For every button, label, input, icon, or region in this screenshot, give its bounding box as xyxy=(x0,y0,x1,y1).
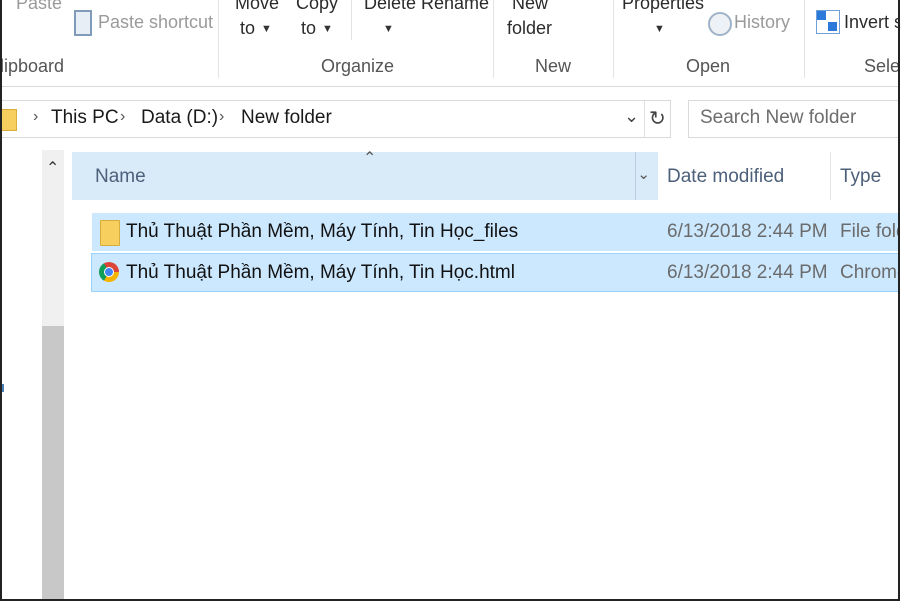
select-group-label: Selec xyxy=(864,56,900,76)
move-to-dropdown-icon[interactable]: ▼ xyxy=(261,23,272,35)
file-type: Chrome xyxy=(840,262,898,283)
move-to-button[interactable]: Move xyxy=(235,0,279,14)
copy-to-label[interactable]: to xyxy=(301,18,316,39)
nav-pane-marker xyxy=(2,384,4,392)
sort-ascending-icon: ⌃ xyxy=(363,150,377,167)
column-divider[interactable] xyxy=(830,152,831,200)
file-type: File fold xyxy=(840,221,900,242)
paste-shortcut-button[interactable]: Paste shortcut xyxy=(98,12,213,33)
properties-button[interactable]: Properties xyxy=(622,0,704,14)
refresh-icon[interactable]: ↻ xyxy=(649,106,666,131)
move-to-label[interactable]: to xyxy=(240,18,255,39)
scrollbar-thumb[interactable] xyxy=(42,326,64,599)
rename-button[interactable]: Rename xyxy=(421,0,489,14)
paste-shortcut-icon xyxy=(74,10,92,36)
search-input[interactable]: Search New folder xyxy=(700,107,856,129)
history-button[interactable]: History xyxy=(734,12,790,33)
column-header-type[interactable]: Type xyxy=(840,166,881,188)
column-header-name[interactable]: ⌃ Name ⌄ xyxy=(72,150,658,200)
invert-selection-icon xyxy=(816,10,840,34)
invert-selection-button[interactable]: Invert se xyxy=(844,12,898,33)
new-group-label: New xyxy=(535,56,572,76)
ribbon-separator xyxy=(804,0,805,78)
scroll-up-icon[interactable]: ⌃ xyxy=(46,158,59,178)
copy-to-button[interactable]: Copy xyxy=(296,0,338,14)
breadcrumb-new-folder[interactable]: New folder xyxy=(241,107,332,129)
ribbon-separator xyxy=(218,0,219,78)
file-row[interactable]: Thủ Thuật Phần Mềm, Máy Tính, Tin Học_fi… xyxy=(92,213,900,251)
chevron-down-icon[interactable]: ⌄ xyxy=(624,106,639,127)
address-divider xyxy=(644,101,645,137)
clipboard-group-label: lipboard xyxy=(0,56,65,76)
ribbon-separator xyxy=(613,0,614,78)
column-divider[interactable] xyxy=(635,152,636,200)
column-name-label: Name xyxy=(95,166,146,187)
navigation-pane-scrollbar[interactable]: ⌃ xyxy=(42,150,64,599)
delete-button[interactable]: Delete xyxy=(364,0,416,14)
new-folder-label[interactable]: folder xyxy=(507,18,552,39)
column-header-date-modified[interactable]: Date modified xyxy=(667,166,784,188)
folder-icon xyxy=(100,220,120,246)
breadcrumb-this-pc[interactable]: This PC xyxy=(51,107,119,129)
explorer-window: Paste Paste shortcut lipboard Move to ▼ … xyxy=(0,0,900,601)
properties-dropdown-icon[interactable]: ▼ xyxy=(654,23,665,35)
organize-group-label: Organize xyxy=(321,56,395,76)
chevron-right-icon[interactable]: › xyxy=(219,108,224,126)
file-row[interactable]: Thủ Thuật Phần Mềm, Máy Tính, Tin Học.ht… xyxy=(91,253,898,292)
paste-button[interactable]: Paste xyxy=(16,0,62,14)
file-name[interactable]: Thủ Thuật Phần Mềm, Máy Tính, Tin Học.ht… xyxy=(126,262,515,284)
file-date-modified: 6/13/2018 2:44 PM xyxy=(667,221,828,242)
ribbon-separator xyxy=(493,0,494,78)
chevron-down-icon[interactable]: ⌄ xyxy=(637,165,650,183)
chevron-right-icon[interactable]: › xyxy=(33,108,38,126)
ribbon-separator xyxy=(351,0,352,40)
delete-dropdown-icon[interactable]: ▼ xyxy=(383,23,394,35)
new-folder-button[interactable]: New xyxy=(512,0,548,14)
copy-to-dropdown-icon[interactable]: ▼ xyxy=(322,23,333,35)
ribbon: Paste Paste shortcut lipboard Move to ▼ … xyxy=(2,0,898,87)
history-icon xyxy=(708,12,732,36)
open-group-label: Open xyxy=(686,56,731,76)
file-name[interactable]: Thủ Thuật Phần Mềm, Máy Tính, Tin Học_fi… xyxy=(126,221,518,243)
folder-icon xyxy=(2,109,17,131)
search-box[interactable]: Search New folder xyxy=(688,100,898,138)
chrome-icon xyxy=(99,262,119,282)
file-date-modified: 6/13/2018 2:44 PM xyxy=(667,262,828,283)
address-bar[interactable]: › This PC › Data (D:) › New folder ⌄ ↻ xyxy=(2,100,671,138)
breadcrumb-data-d[interactable]: Data (D:) xyxy=(141,107,218,129)
chevron-right-icon[interactable]: › xyxy=(120,108,125,126)
